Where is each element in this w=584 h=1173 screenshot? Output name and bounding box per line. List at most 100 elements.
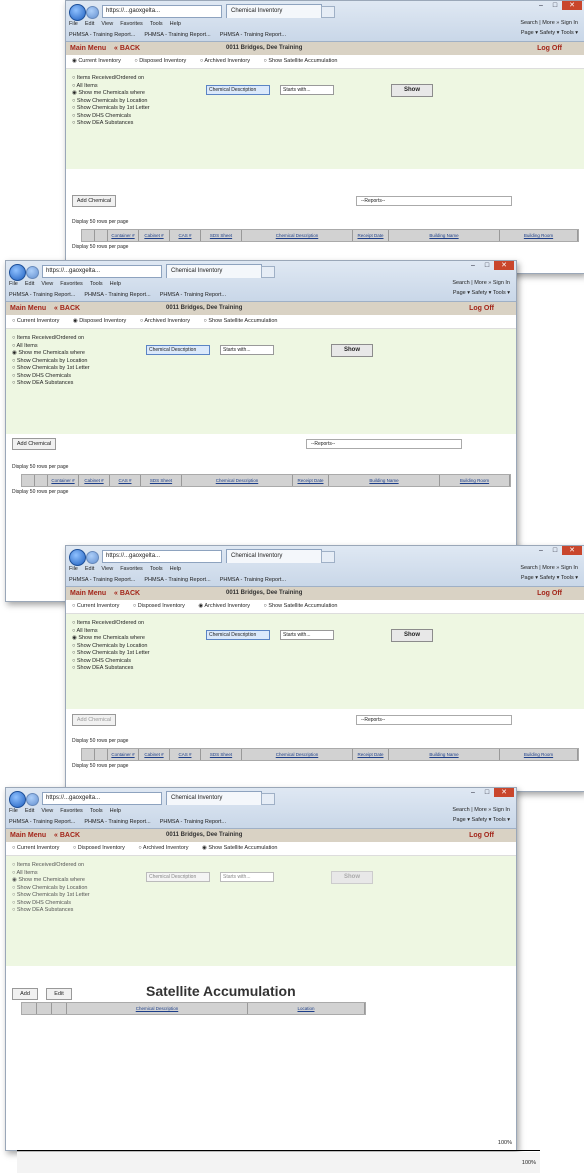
- column-header[interactable]: SDS Sheet: [141, 475, 182, 486]
- column-header[interactable]: CAS #: [170, 749, 201, 760]
- filter-option[interactable]: ○ Show DHS Chemicals: [72, 658, 584, 666]
- menu-view[interactable]: View: [41, 281, 53, 287]
- filter-option[interactable]: ○ Show DEA Substances: [72, 665, 584, 673]
- column-header[interactable]: Building Room: [500, 749, 578, 760]
- browser-tab[interactable]: Chemical Inventory: [226, 4, 322, 18]
- back-link[interactable]: « BACK: [114, 42, 140, 55]
- menu-tools[interactable]: Tools: [90, 808, 103, 814]
- main-menu-link[interactable]: Main Menu: [10, 829, 46, 842]
- close-icon[interactable]: ✕: [562, 546, 582, 555]
- operator-select[interactable]: Starts with...: [220, 872, 274, 882]
- filter-option[interactable]: ○ Show DHS Chemicals: [12, 373, 516, 381]
- favorite-link[interactable]: PHMSA - Training Report...: [84, 819, 150, 825]
- browser-tab[interactable]: Chemical Inventory: [166, 791, 262, 805]
- column-header[interactable]: Container #: [108, 230, 139, 241]
- forward-arrow-icon[interactable]: [26, 266, 39, 279]
- forward-arrow-icon[interactable]: [86, 551, 99, 564]
- column-header[interactable]: Cabinet #: [79, 475, 110, 486]
- favorite-link[interactable]: PHMSA - Training Report...: [144, 577, 210, 583]
- menu-favorites[interactable]: Favorites: [60, 808, 83, 814]
- filter-option[interactable]: ○ Show Chemicals by 1st Letter: [12, 365, 516, 373]
- logoff-link[interactable]: Log Off: [537, 42, 562, 55]
- menu-edit[interactable]: Edit: [25, 281, 34, 287]
- operator-select[interactable]: Starts with...: [220, 345, 274, 355]
- field-select[interactable]: Chemical Description: [206, 630, 270, 640]
- favorite-link[interactable]: PHMSA - Training Report...: [9, 292, 75, 298]
- filter-option[interactable]: ○ Items Received/Ordered on: [72, 75, 584, 83]
- favorite-link[interactable]: PHMSA - Training Report...: [69, 32, 135, 38]
- radio-disposed-inventory[interactable]: ○ Disposed Inventory: [73, 845, 131, 851]
- column-header[interactable]: Receipt Date: [293, 475, 329, 486]
- radio-satellite[interactable]: ◉ Show Satellite Accumulation: [202, 845, 283, 851]
- show-button[interactable]: Show: [331, 871, 373, 884]
- menu-edit[interactable]: Edit: [25, 808, 34, 814]
- filter-option[interactable]: ○ Items Received/Ordered on: [72, 620, 584, 628]
- menu-favorites[interactable]: Favorites: [120, 21, 143, 27]
- per-page-select[interactable]: 50: [30, 464, 36, 470]
- show-button[interactable]: Show: [391, 84, 433, 97]
- menu-edit[interactable]: Edit: [85, 21, 94, 27]
- menu-favorites[interactable]: Favorites: [60, 281, 83, 287]
- filter-option[interactable]: ○ Show Chemicals by Location: [12, 358, 516, 366]
- new-tab-button[interactable]: [321, 6, 335, 18]
- menu-file[interactable]: File: [9, 808, 18, 814]
- menu-favorites[interactable]: Favorites: [120, 566, 143, 572]
- radio-current-inventory[interactable]: ○ Current Inventory: [72, 603, 125, 609]
- reports-select[interactable]: --Reports--: [356, 196, 512, 206]
- menu-view[interactable]: View: [101, 566, 113, 572]
- filter-option[interactable]: ○ Show DEA Substances: [12, 380, 516, 388]
- logoff-link[interactable]: Log Off: [469, 302, 494, 315]
- new-tab-button[interactable]: [321, 551, 335, 563]
- page-tools[interactable]: Page ▾ Safety ▾ Tools ▾: [453, 290, 510, 296]
- radio-archived-inventory[interactable]: ◉ Archived Inventory: [198, 603, 256, 609]
- favorite-link[interactable]: PHMSA - Training Report...: [160, 292, 226, 298]
- column-header[interactable]: SDS Sheet: [201, 749, 242, 760]
- zoom-level[interactable]: 100%: [498, 1140, 512, 1146]
- menu-file[interactable]: File: [69, 566, 78, 572]
- filter-option[interactable]: ○ Show Chemicals by 1st Letter: [12, 892, 516, 900]
- radio-archived-inventory[interactable]: ○ Archived Inventory: [200, 58, 256, 64]
- logoff-link[interactable]: Log Off: [469, 829, 494, 842]
- menu-help[interactable]: Help: [170, 21, 181, 27]
- column-header[interactable]: Receipt Date: [353, 230, 389, 241]
- filter-option[interactable]: ○ Show Chemicals by Location: [72, 643, 584, 651]
- filter-option[interactable]: ○ Show DHS Chemicals: [12, 900, 516, 908]
- address-bar[interactable]: https://...gaoxgelta...: [42, 265, 162, 278]
- operator-select[interactable]: Starts with...: [280, 85, 334, 95]
- minimize-icon[interactable]: –: [466, 788, 480, 797]
- filter-option[interactable]: ○ Show DEA Substances: [72, 120, 584, 128]
- menu-file[interactable]: File: [69, 21, 78, 27]
- column-header[interactable]: Cabinet #: [139, 749, 170, 760]
- operator-select[interactable]: Starts with...: [280, 630, 334, 640]
- radio-current-inventory[interactable]: ○ Current Inventory: [12, 845, 65, 851]
- column-header[interactable]: Chemical Description: [242, 230, 353, 241]
- reports-select[interactable]: --Reports--: [356, 715, 512, 725]
- field-select[interactable]: Chemical Description: [206, 85, 270, 95]
- filter-option[interactable]: ○ Items Received/Ordered on: [12, 335, 516, 343]
- new-tab-button[interactable]: [261, 266, 275, 278]
- per-page-select[interactable]: 50: [90, 219, 96, 225]
- command-bar-right[interactable]: Search | More » Sign In: [452, 280, 510, 286]
- column-header[interactable]: Receipt Date: [353, 749, 389, 760]
- maximize-icon[interactable]: □: [480, 261, 494, 270]
- radio-satellite[interactable]: ○ Show Satellite Accumulation: [203, 318, 283, 324]
- browser-tab[interactable]: Chemical Inventory: [166, 264, 262, 278]
- back-arrow-icon[interactable]: [9, 791, 26, 808]
- column-header[interactable]: Building Room: [440, 475, 510, 486]
- browser-tab[interactable]: Chemical Inventory: [226, 549, 322, 563]
- field-select[interactable]: Chemical Description: [146, 345, 210, 355]
- column-header[interactable]: Chemical Description: [67, 1003, 248, 1014]
- command-bar-right[interactable]: Search | More » Sign In: [520, 20, 578, 26]
- column-header[interactable]: CAS #: [170, 230, 201, 241]
- favorite-link[interactable]: PHMSA - Training Report...: [69, 577, 135, 583]
- logoff-link[interactable]: Log Off: [537, 587, 562, 600]
- show-button[interactable]: Show: [331, 344, 373, 357]
- main-menu-link[interactable]: Main Menu: [70, 587, 106, 600]
- address-bar[interactable]: https://...gaoxgelta...: [42, 792, 162, 805]
- menu-view[interactable]: View: [41, 808, 53, 814]
- favorite-link[interactable]: PHMSA - Training Report...: [9, 819, 75, 825]
- back-arrow-icon[interactable]: [9, 264, 26, 281]
- radio-current-inventory[interactable]: ○ Current Inventory: [12, 318, 65, 324]
- filter-option[interactable]: ○ Show Chemicals by Location: [72, 98, 584, 106]
- menu-tools[interactable]: Tools: [150, 566, 163, 572]
